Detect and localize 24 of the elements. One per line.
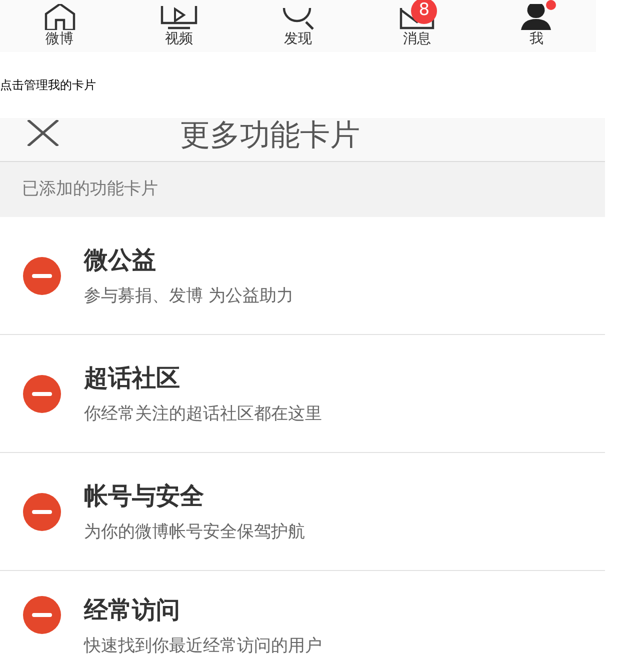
card-description: 参与募捐、发博 为公益助力 bbox=[84, 284, 294, 306]
tv-icon bbox=[160, 6, 198, 30]
unread-badge: 8 bbox=[411, 0, 438, 24]
card-description: 你经常关注的超话社区都在这里 bbox=[84, 402, 322, 424]
tab-label[interactable]: 我 bbox=[529, 30, 544, 48]
person-icon bbox=[520, 4, 552, 30]
tab-label[interactable]: 视频 bbox=[164, 30, 193, 48]
remove-icon[interactable] bbox=[22, 374, 62, 414]
card-title: 经常访问 bbox=[84, 595, 181, 625]
card-title: 微公益 bbox=[84, 244, 157, 274]
card-title: 帐号与安全 bbox=[84, 480, 205, 510]
tab-label[interactable]: 微博 bbox=[46, 30, 74, 48]
remove-icon[interactable] bbox=[22, 595, 62, 635]
card-description: 快速找到你最近经常访问的用户 bbox=[84, 635, 322, 657]
caption: 点击管理我的卡片 bbox=[0, 77, 96, 94]
section-label: 已添加的功能卡片 bbox=[22, 178, 158, 201]
card-title: 超话社区 bbox=[84, 362, 181, 392]
card-description: 为你的微博帐号安全保驾护航 bbox=[84, 520, 305, 542]
tab-label[interactable]: 消息 bbox=[403, 30, 432, 48]
close-icon[interactable] bbox=[26, 120, 60, 146]
tab-label[interactable]: 发现 bbox=[284, 30, 312, 48]
panel-title: 更多功能卡片 bbox=[180, 118, 360, 154]
remove-icon[interactable] bbox=[22, 492, 62, 532]
remove-icon[interactable] bbox=[22, 256, 62, 296]
